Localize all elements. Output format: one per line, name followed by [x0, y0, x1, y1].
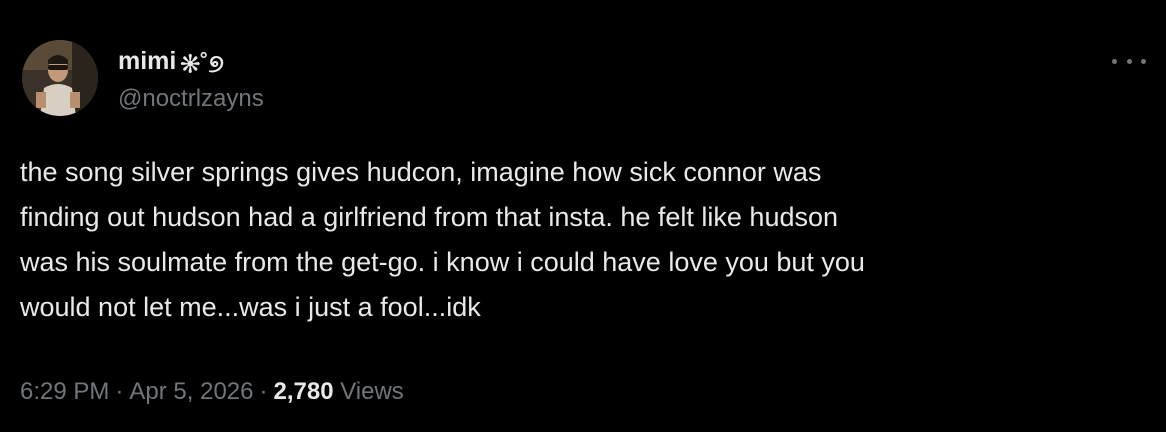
display-name[interactable]: mimi ❊˚୭: [118, 46, 224, 79]
tweet-time[interactable]: 6:29 PM: [20, 378, 109, 405]
name-emoji: ❊˚୭: [180, 50, 224, 78]
tweet-meta: 6:29 PM · Apr 5, 2026 · 2,780 Views: [20, 374, 404, 410]
more-dot: [1126, 58, 1132, 64]
avatar[interactable]: [22, 40, 98, 116]
avatar-photo: [22, 40, 98, 116]
more-dot: [1112, 58, 1117, 64]
user-handle[interactable]: @noctrlzayns: [118, 84, 264, 114]
more-options-icon[interactable]: [1112, 52, 1146, 70]
tweet-text: the song silver springs gives hudcon, im…: [20, 157, 865, 322]
display-name-text: mimi: [118, 47, 177, 75]
views-label: Views: [340, 378, 404, 405]
views-count: 2,780: [273, 378, 334, 405]
separator: ·: [115, 378, 124, 405]
separator: ·: [259, 378, 268, 405]
tweet-date[interactable]: Apr 5, 2026: [129, 378, 253, 405]
more-dot: [1141, 58, 1146, 64]
tweet-card: mimi ❊˚୭ @noctrlzayns the song silver spr…: [0, 0, 1166, 432]
